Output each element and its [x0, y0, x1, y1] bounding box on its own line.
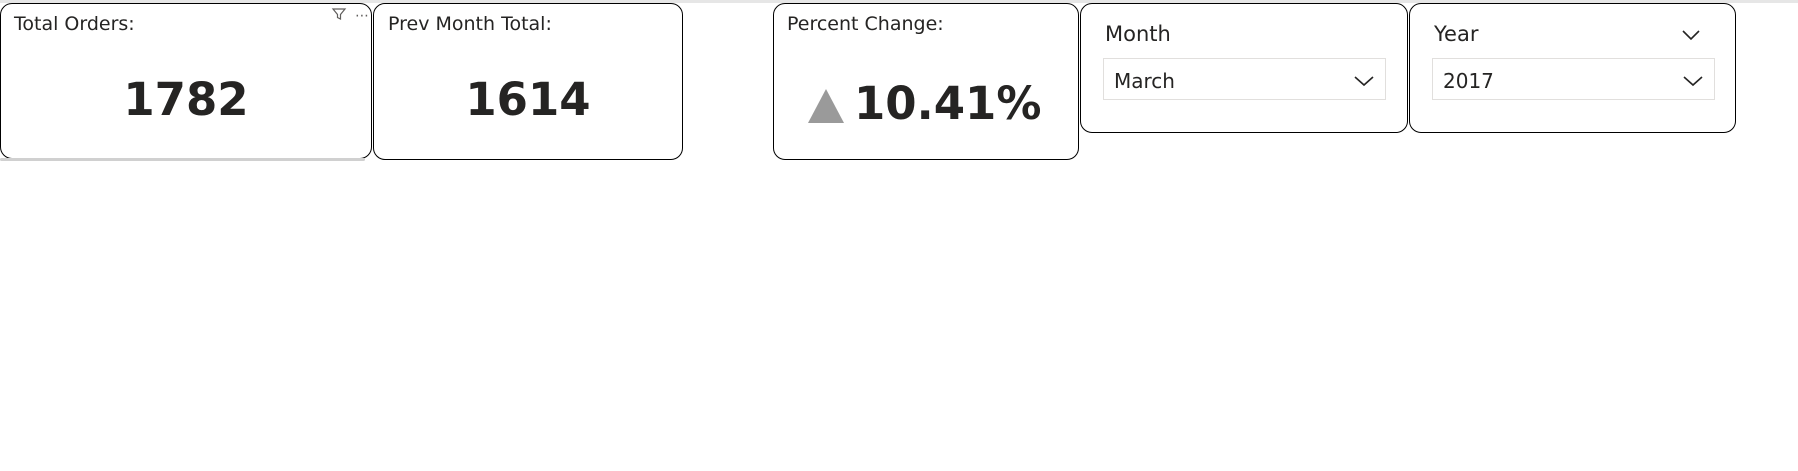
total-orders-card[interactable]: Total Orders: ⋯ 1782 [0, 3, 372, 159]
prev-month-total-card[interactable]: Prev Month Total: 1614 [373, 3, 683, 160]
month-selected-value: March [1114, 69, 1175, 93]
more-options-icon[interactable]: ⋯ [355, 8, 369, 24]
month-slicer-header: Month [1105, 22, 1171, 46]
total-orders-value: 1782 [123, 73, 249, 126]
month-slicer[interactable]: Month March [1080, 3, 1408, 133]
percent-change-value: 10.41% [854, 77, 1042, 130]
chevron-down-icon [1682, 73, 1704, 92]
visual-header-icons: ⋯ [331, 6, 369, 26]
total-orders-title: Total Orders: [14, 13, 135, 35]
year-dropdown[interactable]: 2017 [1432, 58, 1715, 100]
prev-month-total-value: 1614 [465, 73, 591, 126]
prev-month-total-title: Prev Month Total: [388, 13, 552, 35]
percent-change-row: 10.41% [808, 76, 1041, 132]
chevron-down-icon[interactable] [1681, 26, 1701, 45]
year-slicer-header: Year [1434, 22, 1479, 46]
percent-change-card[interactable]: Percent Change: 10.41% [773, 3, 1079, 160]
year-slicer[interactable]: Year 2017 [1409, 3, 1736, 133]
chevron-down-icon [1353, 73, 1375, 92]
year-selected-value: 2017 [1443, 69, 1494, 93]
selection-shadow [0, 158, 365, 161]
percent-change-title: Percent Change: [787, 13, 944, 35]
month-dropdown[interactable]: March [1103, 58, 1386, 100]
up-triangle-icon [808, 89, 844, 123]
filter-icon[interactable] [331, 6, 347, 26]
